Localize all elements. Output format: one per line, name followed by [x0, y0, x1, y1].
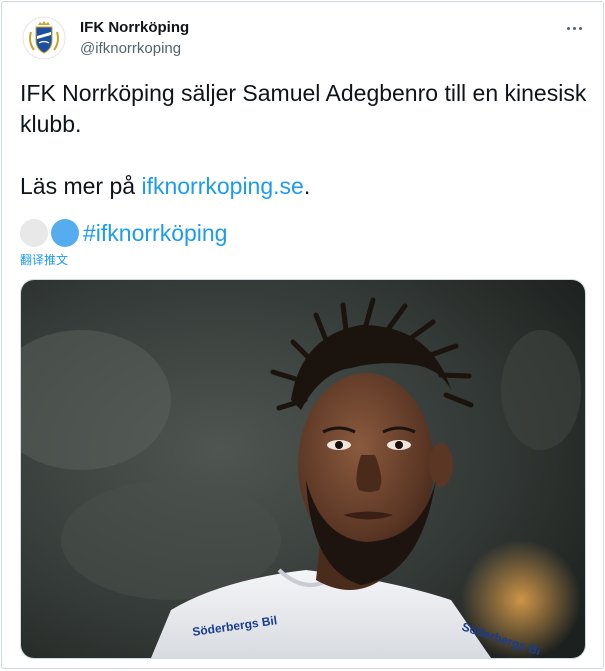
- tweet-header: IFK Norrköping @ifknorrkoping: [22, 16, 589, 64]
- display-name[interactable]: IFK Norrköping: [80, 19, 189, 36]
- read-more-prefix: Läs mer på: [20, 173, 142, 199]
- tweet-text-line2: Läs mer på ifknorrkoping.se.: [20, 171, 590, 202]
- tweet-image[interactable]: Söderbergs Bil Söderbergs Bi: [20, 279, 586, 659]
- hashtag-row: #ifknorrköping: [20, 217, 227, 249]
- club-crest-icon: [22, 16, 66, 60]
- read-more-suffix: .: [303, 173, 311, 199]
- website-link[interactable]: ifknorrkoping.se: [141, 173, 303, 199]
- tweet-card: IFK Norrköping @ifknorrkoping IFK Norrkö…: [1, 1, 604, 669]
- club-crest-avatar[interactable]: [22, 16, 66, 60]
- blue-circle-icon: [51, 219, 79, 247]
- hashtag-link[interactable]: #ifknorrköping: [83, 220, 227, 247]
- white-circle-icon: [20, 219, 48, 247]
- tweet-text-line1: IFK Norrköping säljer Samuel Adegbenro t…: [20, 80, 587, 137]
- more-options-icon[interactable]: [561, 16, 587, 40]
- player-photo: Söderbergs Bil Söderbergs Bi: [21, 280, 585, 658]
- user-handle[interactable]: @ifknorrkoping: [80, 40, 181, 57]
- tweet-text: IFK Norrköping säljer Samuel Adegbenro t…: [20, 78, 590, 202]
- translate-tweet-link[interactable]: 翻译推文: [20, 251, 68, 268]
